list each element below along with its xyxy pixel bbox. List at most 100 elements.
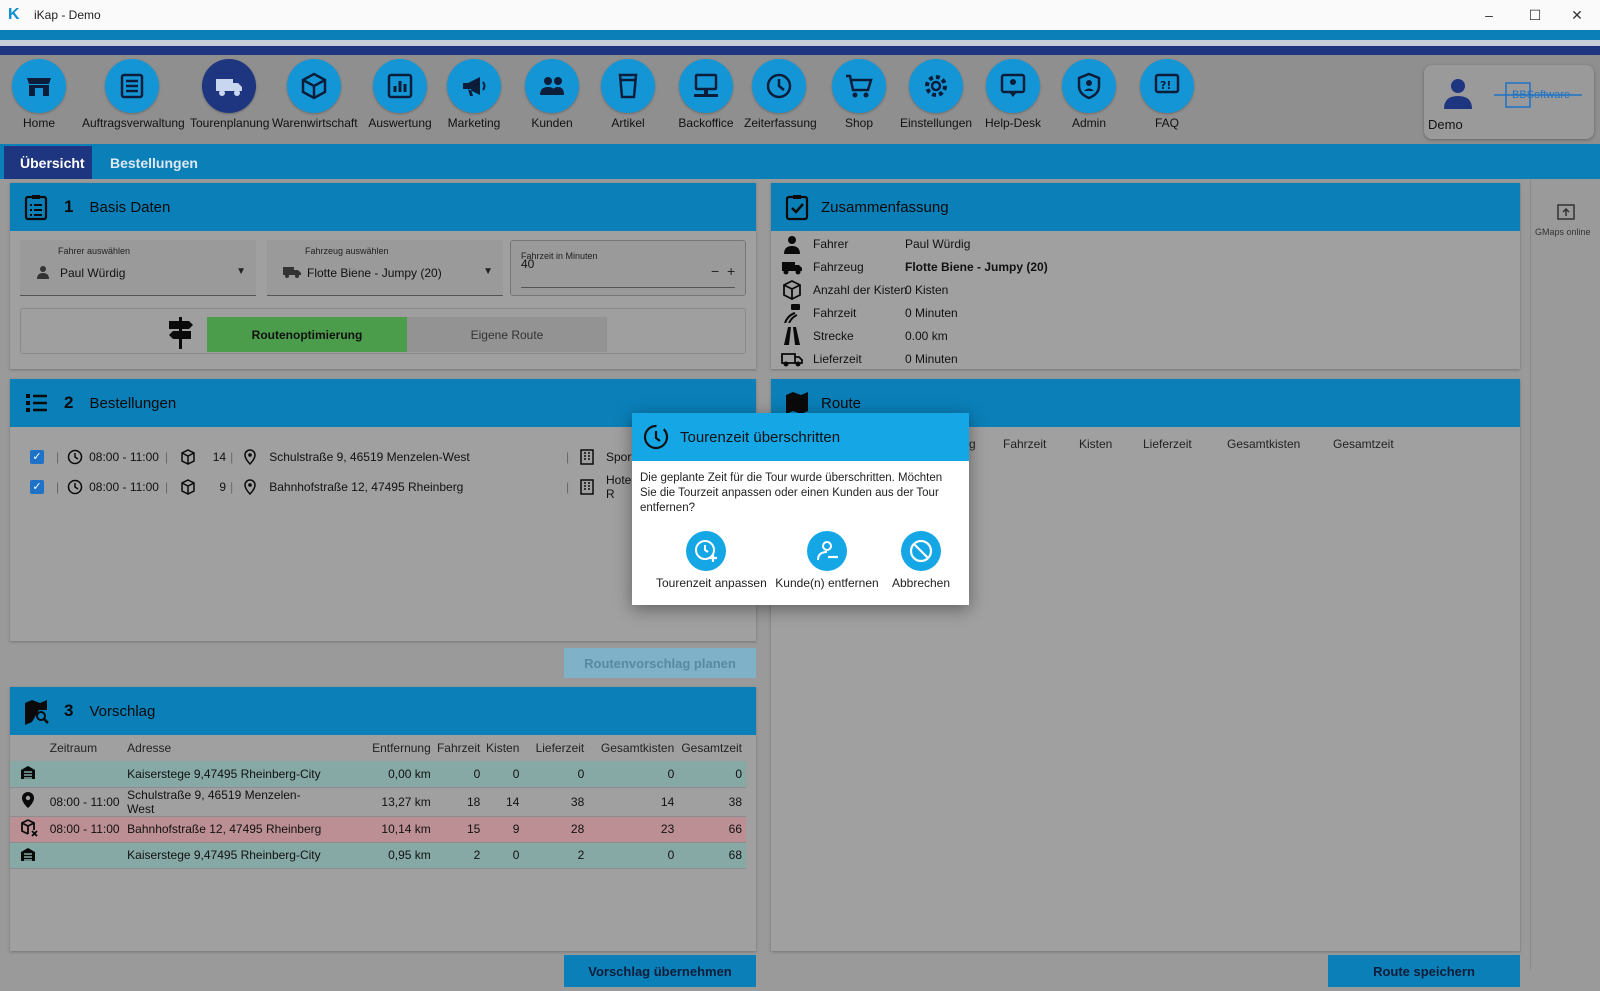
basis-panel: 1 Basis Daten Fahrer auswählen Paul Würd… [10, 183, 756, 369]
basis-header: 1 Basis Daten [10, 183, 756, 231]
close-button[interactable]: ✕ [1554, 0, 1600, 30]
toolbar-einstellungen[interactable]: Einstellungen [900, 59, 972, 130]
clock-plus-icon [695, 540, 717, 562]
user-avatar-icon [1444, 79, 1472, 109]
drive-time-input[interactable]: Fahrzeit in Minuten 40 − + [510, 240, 746, 296]
tab-bestellungen[interactable]: Bestellungen [94, 146, 206, 179]
toolbar-artikel[interactable]: Artikel [600, 59, 656, 130]
cart-icon [846, 74, 873, 98]
col-header-kisten: Kisten [486, 741, 520, 755]
clock-icon [766, 73, 792, 99]
truck-icon [782, 262, 802, 275]
toolbar-help-desk[interactable]: Help-Desk [984, 59, 1042, 130]
table-row[interactable]: 08:00 - 11:00 Schulstraße 9, 46519 Menze… [10, 787, 746, 817]
order-row[interactable]: ✓ | 08:00 - 11:00 | 14 | Schulstraße 9, … [30, 443, 648, 471]
truck-icon [283, 267, 301, 278]
minimize-button[interactable]: – [1466, 0, 1512, 30]
box-icon [181, 479, 195, 495]
section-title: Route [821, 394, 862, 412]
computer-icon [694, 73, 718, 97]
summary-panel: Zusammenfassung Fahrer Paul Würdig Fahrz… [771, 183, 1520, 369]
col-header-fahrzeit: Fahrzeit [436, 741, 481, 755]
route-col-header: Gesamtzeit [1333, 437, 1394, 451]
col-header-entfernung: Entfernung [372, 741, 431, 755]
box-icon [783, 280, 801, 300]
toolbar-marketing[interactable]: Marketing [446, 59, 502, 130]
summary-row-drive-time: Fahrzeit 0 Minuten [781, 302, 958, 324]
summary-row-driver: Fahrer Paul Würdig [781, 233, 970, 255]
remove-customer-button[interactable]: Kunde(n) entfernen [772, 531, 882, 590]
header-stripe [0, 30, 1600, 40]
toolbar-shop[interactable]: Shop [832, 59, 886, 130]
driver-select[interactable]: Fahrer auswählen Paul Würdig ▼ [20, 240, 256, 296]
toolbar-admin[interactable]: Admin [1062, 59, 1116, 130]
tab-bar: Übersicht Bestellungen [0, 144, 1600, 179]
route-optimization-button[interactable]: Routenoptimierung [207, 317, 407, 352]
tab-uebersicht[interactable]: Übersicht [4, 146, 92, 179]
store-icon [27, 78, 51, 96]
toolbar-warenwirtschaft[interactable]: Warenwirtschaft [272, 59, 358, 130]
pin-icon [244, 449, 256, 465]
increment-button[interactable]: + [727, 263, 735, 279]
road-icon [784, 327, 800, 345]
maximize-button[interactable]: ☐ [1512, 0, 1558, 30]
megaphone-icon [463, 77, 486, 96]
route-col-header: Fahrzeit [1003, 437, 1047, 451]
toolbar-zeiterfassung[interactable]: Zeiterfassung [744, 59, 817, 130]
warehouse-icon [21, 847, 35, 861]
clock-alert-icon [643, 424, 669, 450]
brand-name: BBSoftware [1512, 89, 1571, 101]
table-row[interactable]: 08:00 - 11:00 Bahnhofstraße 12, 47495 Rh… [10, 816, 746, 843]
save-route-button[interactable]: Route speichern [1328, 955, 1520, 987]
own-route-button[interactable]: Eigene Route [407, 317, 607, 352]
dialog-message: Die geplante Zeit für die Tour wurde übe… [640, 472, 943, 514]
toolbar-backoffice[interactable]: Backoffice [678, 59, 734, 130]
people-icon [540, 77, 564, 95]
adjust-tour-time-button[interactable]: Tourenzeit anpassen [656, 531, 767, 590]
order-checkbox[interactable]: ✓ [30, 480, 44, 494]
user-name: Demo [1428, 117, 1463, 132]
side-panel: GMaps online [1530, 180, 1600, 970]
cancel-button[interactable]: Abbrechen [882, 531, 960, 590]
list-icon [120, 73, 144, 99]
toolbar-kunden[interactable]: Kunden [524, 59, 580, 130]
clipboard-check-icon [785, 195, 809, 221]
suggestion-panel: 3 Vorschlag Zeitraum Adresse Entfernung … [10, 687, 756, 951]
dialog-header: Tourenzeit überschritten [632, 413, 969, 461]
input-underline [521, 287, 735, 288]
external-map-icon[interactable] [1557, 202, 1575, 220]
order-row[interactable]: ✓ | 08:00 - 11:00 | 9 | Bahnhofstraße 12… [30, 473, 634, 501]
table-row[interactable]: Kaiserstege 9,47495 Rheinberg-City 0,95 … [10, 842, 746, 869]
title-bar: K iKap - Demo – ☐ ✕ [0, 0, 1600, 30]
route-col-header: Lieferzeit [1143, 437, 1192, 451]
box-icon [181, 449, 195, 465]
route-col-header: g [969, 437, 976, 451]
summary-row-boxes: Anzahl der Kisten 0 Kisten [781, 279, 948, 301]
toolbar-auswertung[interactable]: Auswertung [368, 59, 432, 130]
chevron-down-icon: ▼ [483, 266, 493, 277]
suggestion-header: 3 Vorschlag [10, 687, 756, 735]
section-title: Vorschlag [89, 702, 156, 720]
gmaps-label: GMaps online [1535, 227, 1591, 237]
user-box[interactable]: Demo BBSoftware [1424, 65, 1594, 139]
section-number: 2 [64, 393, 74, 412]
gear-icon [925, 75, 947, 97]
accept-suggestion-button[interactable]: Vorschlag übernehmen [564, 955, 756, 987]
vehicle-select[interactable]: Fahrzeug auswählen Flotte Biene - Jumpy … [267, 240, 503, 296]
toolbar-home[interactable]: Home [12, 59, 66, 130]
table-row[interactable]: Kaiserstege 9,47495 Rheinberg-City 0,00 … [10, 761, 746, 788]
faq-icon: ?! [1154, 73, 1180, 94]
delivery-truck-icon [781, 353, 803, 367]
toolbar-auftragsverwaltung[interactable]: Auftragsverwaltung [82, 59, 185, 130]
plan-route-button[interactable]: Routenvorschlag planen [564, 648, 756, 678]
toolbar-tourenplanung[interactable]: Tourenplanung [190, 59, 269, 130]
route-col-header: Gesamtkisten [1227, 437, 1301, 451]
route-mode-toggle: Routenoptimierung Eigene Route [20, 308, 746, 354]
order-checkbox[interactable]: ✓ [30, 450, 44, 464]
decrement-button[interactable]: − [711, 263, 719, 279]
suggestion-table: Zeitraum Adresse Entfernung Fahrzeit Kis… [10, 735, 746, 869]
shield-user-icon [1077, 72, 1101, 100]
section-title: Basis Daten [89, 198, 171, 216]
section-number: 1 [64, 197, 74, 216]
toolbar-faq[interactable]: ?! FAQ [1140, 59, 1194, 130]
